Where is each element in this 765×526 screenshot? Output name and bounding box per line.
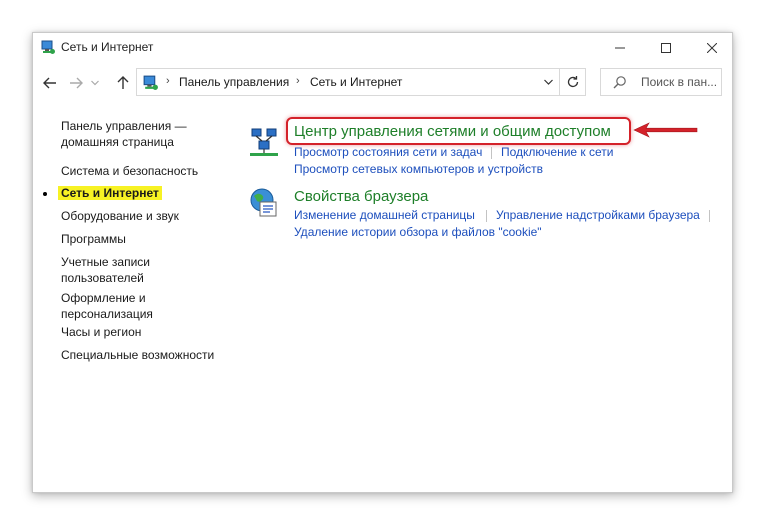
task-separator	[486, 210, 487, 222]
sidebar-item-label: пользователей	[61, 271, 144, 285]
forward-arrow-icon	[70, 77, 83, 89]
network-center-icon	[248, 125, 282, 159]
task-view-network-computers[interactable]: Просмотр сетевых компьютеров и устройств	[294, 162, 543, 176]
up-arrow-icon	[117, 76, 129, 89]
address-dropdown-button[interactable]	[539, 69, 557, 95]
sidebar-item-appearance[interactable]: Оформление и персонализация	[61, 290, 153, 322]
up-button[interactable]	[114, 74, 132, 92]
sidebar-item-hardware-sound[interactable]: Оборудование и звук	[61, 208, 179, 224]
task-change-home-page[interactable]: Изменение домашней страницы	[294, 208, 475, 222]
search-box[interactable]: Поиск в пан...	[600, 68, 722, 96]
browser-properties-icon	[248, 186, 282, 220]
sidebar-item-label: Сеть и Интернет	[58, 186, 162, 200]
window-title: Сеть и Интернет	[61, 40, 154, 54]
search-icon	[613, 75, 627, 94]
sidebar-item-label: Оформление и	[61, 291, 146, 305]
sidebar-item-label: персонализация	[61, 307, 153, 321]
breadcrumb-separator: ›	[166, 75, 170, 87]
sidebar-item-label: домашняя страница	[61, 135, 174, 149]
sidebar-item-programs[interactable]: Программы	[61, 231, 126, 247]
sidebar-item-system-security[interactable]: Система и безопасность	[61, 163, 198, 179]
chevron-down-icon	[543, 79, 553, 85]
recent-locations-button[interactable]	[89, 74, 101, 92]
breadcrumb-control-panel[interactable]: Панель управления	[179, 75, 289, 89]
sidebar-item-user-accounts[interactable]: Учетные записи пользователей	[61, 254, 150, 286]
task-connect-to-network[interactable]: Подключение к сети	[501, 145, 613, 159]
sidebar-item-label: Панель управления —	[61, 119, 187, 133]
control-panel-window: Сеть и Интернет › Панель управления › Се…	[32, 32, 733, 493]
browser-properties-link[interactable]: Свойства браузера	[294, 188, 428, 205]
sidebar-item-label: Учетные записи	[61, 255, 150, 269]
annotation-arrow-icon	[633, 122, 699, 143]
breadcrumb-network-internet[interactable]: Сеть и Интернет	[310, 75, 402, 89]
task-separator	[491, 147, 492, 159]
forward-button[interactable]	[67, 74, 85, 92]
refresh-icon	[567, 76, 579, 88]
sidebar-item-accessibility[interactable]: Специальные возможности	[61, 347, 214, 363]
network-window-icon	[40, 39, 56, 55]
network-sharing-center-link[interactable]: Центр управления сетями и общим доступом	[294, 123, 611, 140]
breadcrumb-separator: ›	[296, 75, 300, 87]
refresh-button[interactable]	[559, 69, 586, 95]
title-bar: Сеть и Интернет	[33, 33, 732, 63]
back-button[interactable]	[41, 74, 59, 92]
sidebar-item-clock-region[interactable]: Часы и регион	[61, 324, 141, 340]
active-item-bullet	[43, 192, 47, 196]
sidebar-item-network-internet[interactable]: Сеть и Интернет	[58, 185, 162, 201]
network-address-icon	[142, 74, 159, 91]
address-bar[interactable]: › Панель управления › Сеть и Интернет	[136, 68, 586, 96]
task-manage-addons[interactable]: Управление надстройками браузера	[496, 208, 700, 222]
sidebar-item-control-panel-home[interactable]: Панель управления — домашняя страница	[61, 118, 187, 150]
search-input[interactable]: Поиск в пан...	[641, 75, 717, 89]
close-button[interactable]	[689, 33, 735, 63]
back-arrow-icon	[43, 77, 56, 89]
task-delete-browsing-history[interactable]: Удаление истории обзора и файлов "cookie…	[294, 225, 542, 239]
chevron-down-icon	[91, 80, 99, 86]
task-view-network-status[interactable]: Просмотр состояния сети и задач	[294, 145, 482, 159]
maximize-button[interactable]	[643, 33, 689, 63]
task-separator	[709, 210, 710, 222]
minimize-button[interactable]	[597, 33, 643, 63]
